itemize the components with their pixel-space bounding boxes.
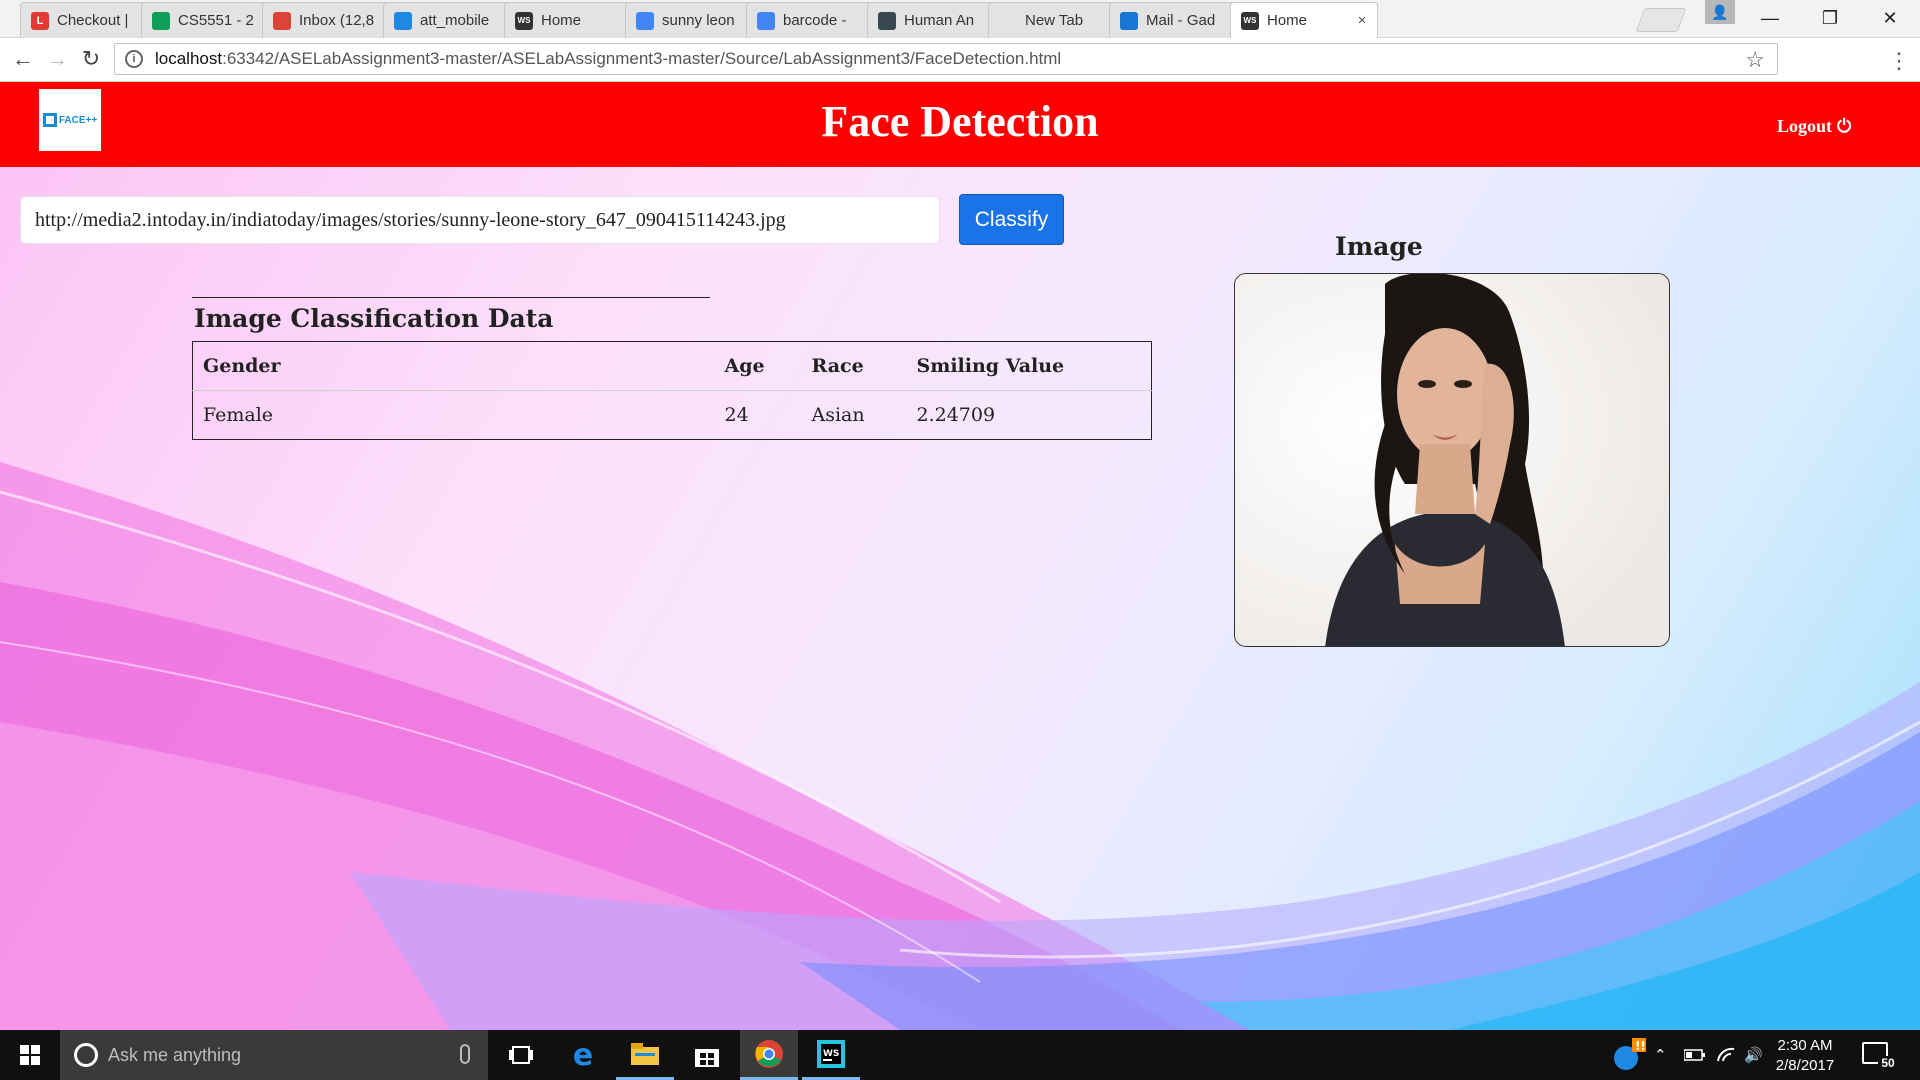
wifi-icon[interactable] [1716,1030,1736,1080]
tab-close-icon[interactable]: × [1355,12,1369,29]
column-header-age: Age [714,341,802,391]
tab-favicon-icon [152,11,170,30]
tab-label: Inbox (12,8 [299,12,375,29]
tab-label: barcode - [783,12,847,29]
browser-tab-strip: LCheckout |×CS5551 - 2×Inbox (12,8×att_m… [0,0,1920,38]
logout-link[interactable]: Logout ⏻ [1777,116,1851,137]
cell-age: 24 [724,404,749,426]
tab-label: CS5551 - 2 [178,12,254,29]
classification-title: Image Classification Data [194,304,554,333]
bookmark-star-icon[interactable]: ☆ [1745,47,1765,73]
table-header-row: Gender Age Race Smiling Value [192,341,1152,391]
portrait-photo [1235,274,1669,646]
url-host: localhost [155,49,223,68]
tab-favicon-icon: WS [515,11,533,30]
browser-tab[interactable]: WS Home × [1230,2,1378,38]
page-body: FACE++ Face Detection Logout ⏻ http://me… [0,82,1920,1030]
logout-label: Logout [1777,116,1833,136]
classify-button[interactable]: Classify [959,194,1064,245]
image-url-input[interactable]: http://media2.intoday.in/indiatoday/imag… [20,196,940,244]
page-title: Face Detection [821,97,1099,146]
close-window-icon[interactable]: ✕ [1860,0,1920,36]
tab-favicon-icon [999,12,1017,30]
classified-image [1234,273,1670,647]
tab-favicon-icon [273,11,291,30]
clock-time: 2:30 AM [1777,1037,1833,1054]
column-header-smiling-value: Smiling Value [906,341,1152,391]
webstorm-icon[interactable]: WS [802,1030,860,1080]
forward-icon[interactable]: → [42,44,72,74]
tab-favicon-icon [878,11,896,30]
classification-section: Image Classification Data Gender Age Rac… [192,297,1152,440]
battery-icon[interactable] [1684,1030,1706,1080]
new-tab-button[interactable] [1635,8,1687,32]
profile-icon[interactable]: 👤 [1705,0,1735,24]
tray-chevron-icon[interactable]: ⌃ [1654,1030,1667,1080]
tab-label: Home [541,12,582,29]
column-header-race: Race [801,341,907,391]
tab-favicon-icon [636,11,654,30]
tab-label: Human An [904,12,975,29]
tab-favicon-icon [394,11,412,30]
tab-favicon-icon [1120,11,1138,30]
column-header-gender: Gender [192,341,715,391]
cell-gender: Female [203,404,274,426]
tab-label: Mail - Gad [1146,12,1216,29]
chrome-icon[interactable] [740,1030,798,1080]
cell-smiling-value: 2.24709 [916,404,996,426]
notification-count: 50 [1878,1056,1898,1074]
tab-label: Checkout | [57,12,129,29]
tab-label: att_mobile [420,12,490,29]
file-explorer-icon[interactable] [616,1030,674,1080]
browser-toolbar: ← → ↻ i localhost:63342/ASELabAssignment… [0,38,1920,82]
image-title: Image [1335,232,1423,261]
edge-browser-icon[interactable]: e [554,1030,612,1080]
notification-badge-icon[interactable]: !! [1612,1030,1646,1080]
back-icon[interactable]: ← [8,44,38,74]
address-bar[interactable]: i localhost:63342/ASELabAssignment3-mast… [114,43,1778,75]
tab-label: sunny leon [662,12,735,29]
classification-table: Gender Age Race Smiling Value Female 24 … [192,341,1152,440]
cell-race: Asian [811,404,865,426]
site-info-icon[interactable]: i [125,50,143,68]
windows-start-icon[interactable] [0,1030,60,1080]
table-row: Female 24 Asian 2.24709 [193,391,1152,440]
browser-menu-icon[interactable]: ⋮ [1888,48,1910,74]
cortana-icon [74,1043,98,1067]
reload-icon[interactable]: ↻ [76,44,106,74]
task-view-icon[interactable] [492,1030,550,1080]
microphone-icon[interactable] [460,1044,470,1064]
svg-text:WS: WS [823,1049,839,1059]
taskbar-search-placeholder: Ask me anything [108,1044,242,1065]
app-header: FACE++ Face Detection Logout ⏻ [0,82,1920,167]
tab-favicon-icon [757,11,775,30]
tab-favicon-icon: WS [1241,11,1259,30]
taskbar-search-box[interactable]: Ask me anything [60,1030,488,1080]
svg-text:!!: !! [1635,1039,1646,1053]
tab-favicon-icon: L [31,11,49,30]
url-path: :63342/ASELabAssignment3-master/ASELabAs… [222,49,1062,68]
image-url-value: http://media2.intoday.in/indiatoday/imag… [35,208,786,231]
tab-label: New Tab [1025,12,1084,29]
clock-date: 2/8/2017 [1775,1057,1835,1074]
power-icon: ⏻ [1837,116,1852,136]
tab-label: Home [1267,12,1308,29]
restore-icon[interactable]: ❐ [1800,0,1860,36]
store-icon[interactable] [678,1030,736,1080]
windows-taskbar: Ask me anything e WS !! ⌃ 🔊 2:30 AM 2/8/… [0,1030,1920,1080]
minimize-icon[interactable]: — [1740,0,1800,36]
system-clock[interactable]: 2:30 AM 2/8/2017 [1760,1036,1850,1076]
